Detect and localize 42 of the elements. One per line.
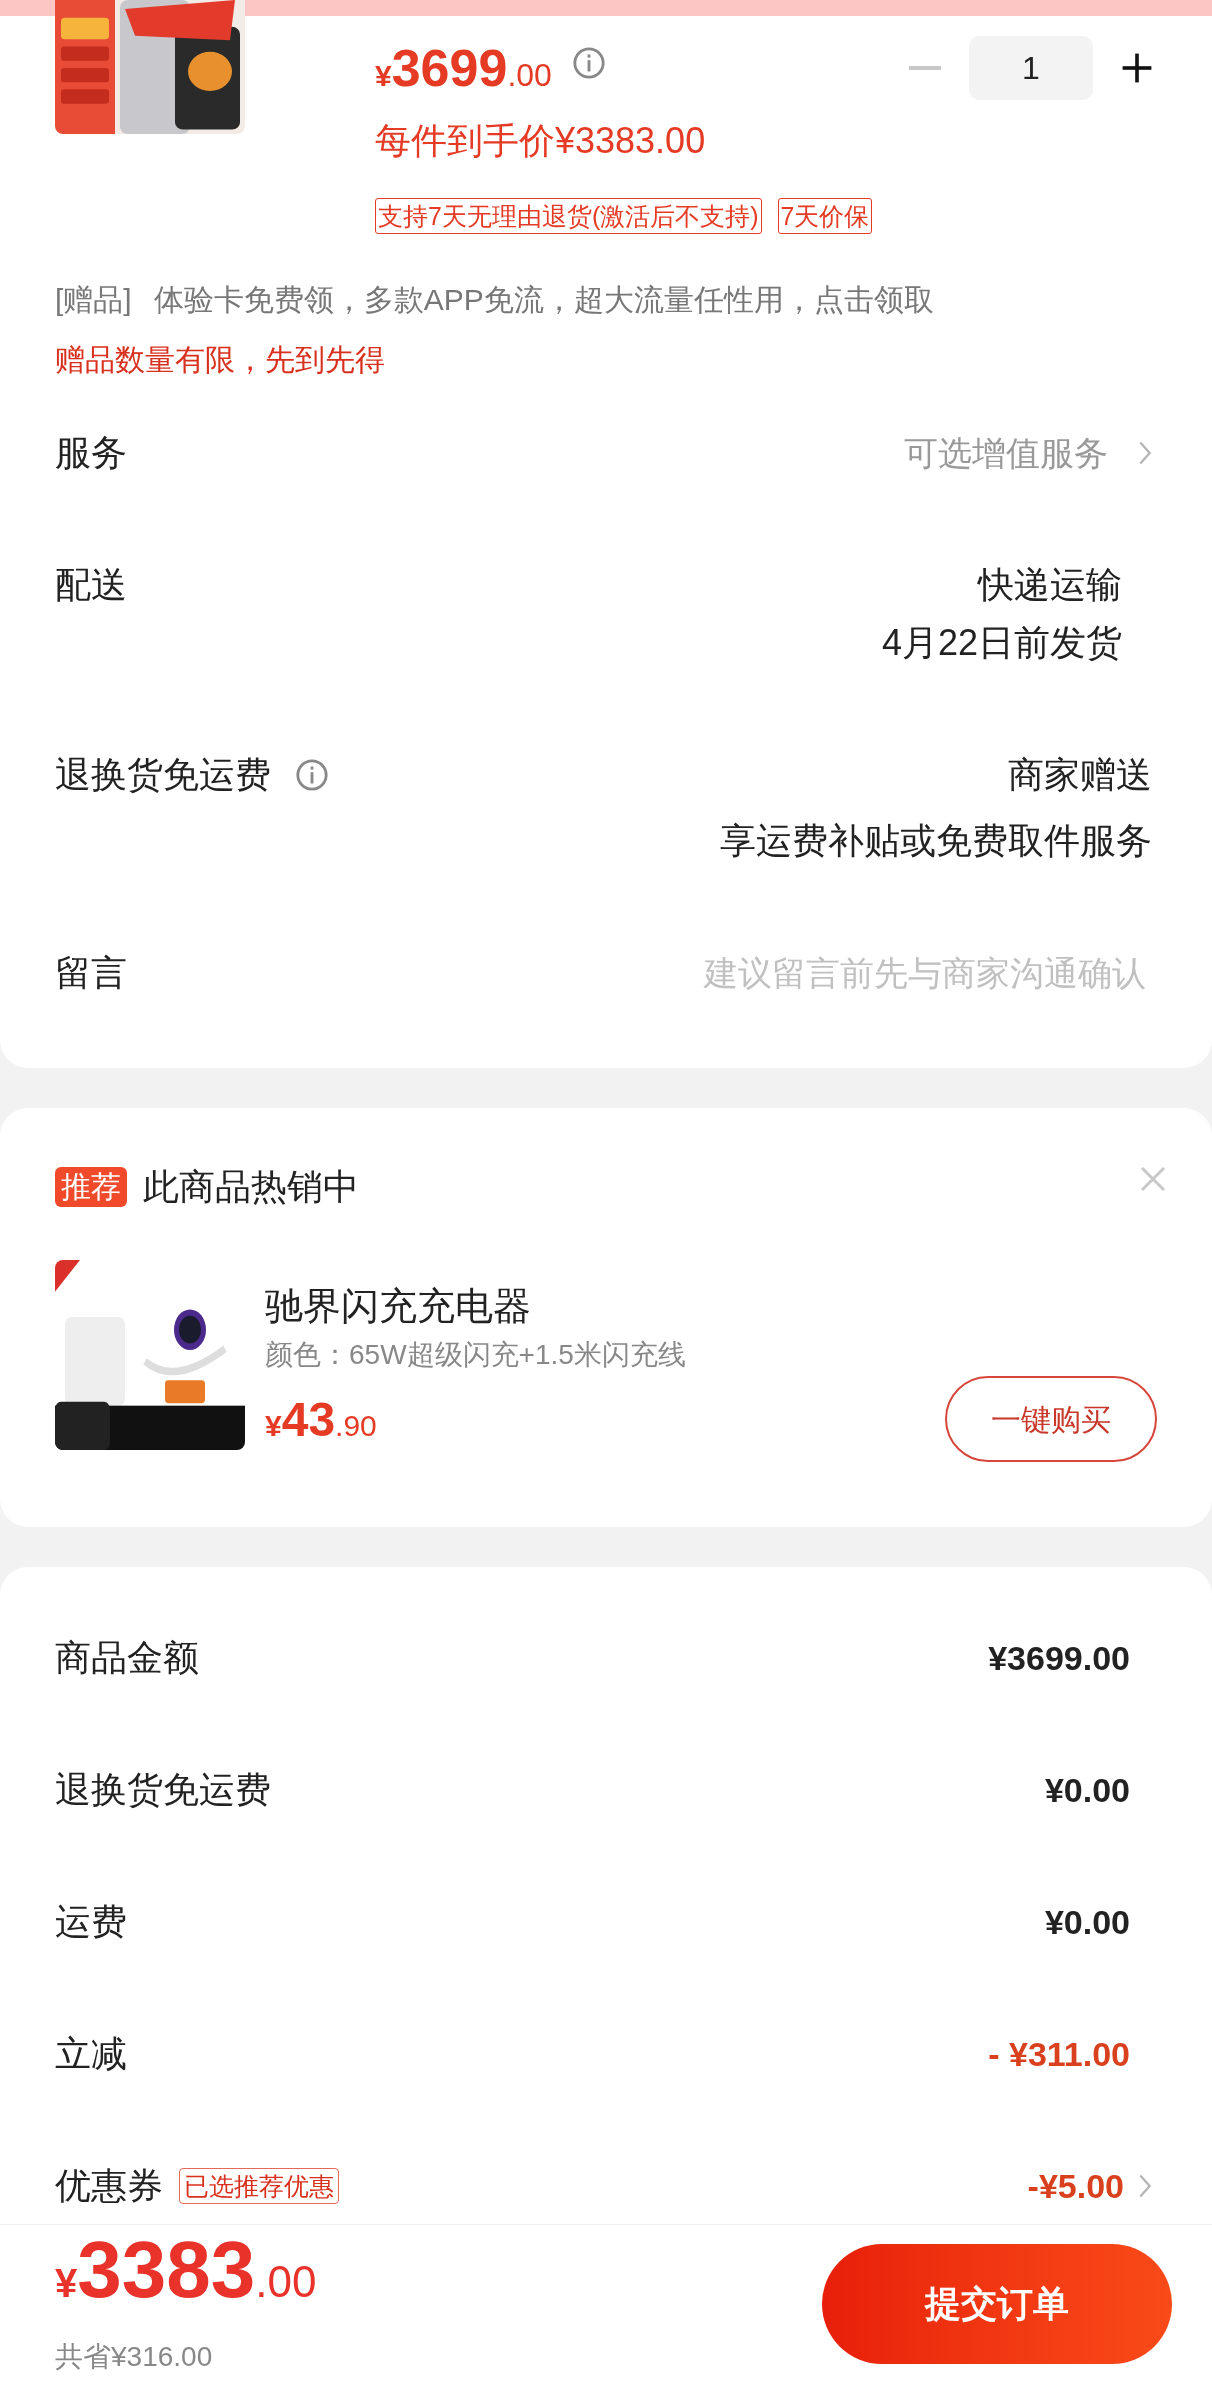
product-spec: 颜色：65W超级闪充+1.5米闪充线 bbox=[265, 1338, 687, 1372]
summary-label: 退换货免运费 bbox=[55, 1768, 271, 1812]
summary-value: ¥3699.00 bbox=[988, 1637, 1131, 1679]
summary-value: - ¥311.00 bbox=[988, 2033, 1131, 2075]
message-field[interactable]: 建议留言前先与商家沟通确认 bbox=[592, 948, 1152, 998]
product-price: ¥43.90 bbox=[265, 1392, 377, 1448]
service-tag: 支持7天无理由退货(激活后不支持) bbox=[375, 198, 762, 234]
summary-label: 优惠券 bbox=[55, 2164, 163, 2208]
quantity-field[interactable]: 1 bbox=[969, 36, 1093, 100]
recommend-badge: 推荐 bbox=[55, 1167, 127, 1207]
product-name[interactable]: 驰界闪充充电器 bbox=[265, 1282, 1157, 1330]
value-link[interactable]: 可选增值服务 bbox=[904, 428, 1108, 478]
gift-label: [赠品] bbox=[55, 282, 132, 318]
savings-text: 共省¥316.00 bbox=[55, 2339, 214, 2374]
summary-value: ¥0.00 bbox=[1044, 1769, 1131, 1811]
row-value: 快递运输 bbox=[978, 563, 1122, 607]
coupon-tag: 已选推荐优惠 bbox=[179, 2168, 339, 2204]
gift-text[interactable]: 体验卡免费领，多款APP免流，超大流量任性用，点击领取 bbox=[153, 278, 934, 322]
minus-icon bbox=[909, 66, 941, 70]
summary-value[interactable]: -¥5.00 bbox=[1027, 2160, 1138, 2212]
info-icon[interactable] bbox=[295, 758, 329, 792]
row-label: 退换货免运费 bbox=[55, 753, 271, 797]
row-label: 服务 bbox=[55, 431, 127, 475]
section-title: 此商品热销中 bbox=[143, 1165, 359, 1209]
summary-label: 立减 bbox=[55, 2032, 127, 2076]
service-tag: 7天价保 bbox=[777, 198, 873, 234]
final-price: 每件到手价¥3383.00 bbox=[375, 119, 707, 163]
row-value: 4月22日前发货 bbox=[881, 621, 1122, 665]
info-icon[interactable] bbox=[571, 46, 606, 80]
row-value: 商家赠送 bbox=[1008, 753, 1152, 797]
chevron-icon bbox=[1138, 439, 1152, 467]
total-price: ¥3383.00 bbox=[55, 2229, 317, 2316]
summary-value: ¥0.00 bbox=[1044, 1901, 1131, 1943]
buy-now-button[interactable]: 一键购买 bbox=[945, 1376, 1157, 1462]
gift-note: 赠品数量有限，先到先得 bbox=[54, 342, 386, 378]
price: ¥3699.00 bbox=[375, 37, 552, 99]
row-value: 享运费补贴或免费取件服务 bbox=[720, 819, 1152, 863]
summary-label: 运费 bbox=[55, 1900, 127, 1944]
row-label: 留言 bbox=[55, 951, 127, 995]
submit-order-button[interactable]: 提交订单 bbox=[822, 2243, 1172, 2364]
row-label: 配送 bbox=[55, 563, 127, 607]
summary-label: 商品金额 bbox=[55, 1636, 199, 1680]
